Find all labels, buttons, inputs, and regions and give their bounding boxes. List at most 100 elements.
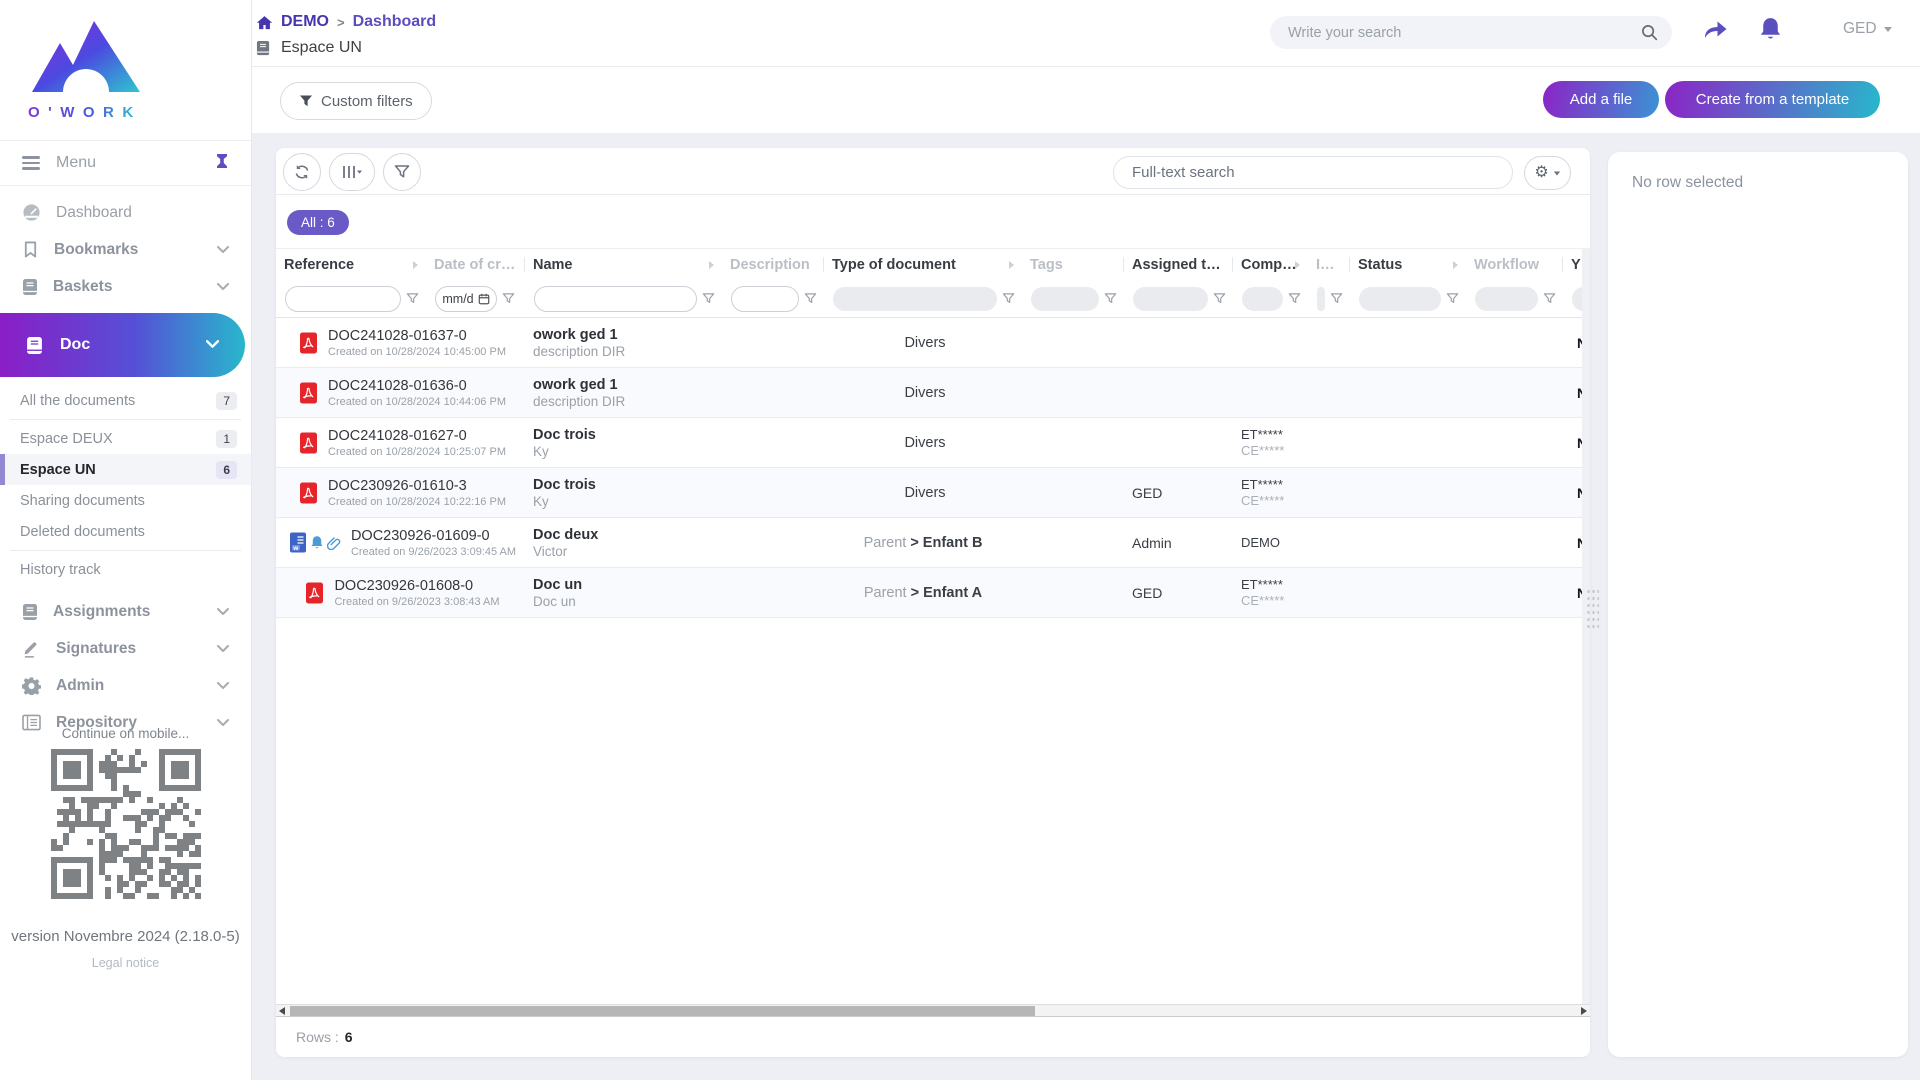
filter-date-input[interactable]: mm/d bbox=[435, 286, 497, 312]
filter-funnel-button[interactable] bbox=[1446, 292, 1459, 305]
table-row[interactable]: w DOC230926-01610-3 Created on 10/28/202… bbox=[276, 468, 1582, 518]
filter-funnel-button[interactable] bbox=[1104, 292, 1117, 305]
divider bbox=[252, 66, 1920, 67]
search-icon[interactable] bbox=[1641, 24, 1658, 41]
funnel-icon bbox=[1330, 292, 1343, 305]
custom-filters-button[interactable]: Custom filters bbox=[280, 82, 432, 120]
details-panel: No row selected bbox=[1608, 152, 1908, 1057]
sidebar-item-espace-un[interactable]: Espace UN 6 bbox=[0, 454, 251, 485]
sidebar-item-deleted-documents[interactable]: Deleted documents bbox=[0, 516, 251, 547]
column-label: Tags bbox=[1030, 257, 1063, 273]
column-header-status[interactable]: Status bbox=[1350, 249, 1466, 280]
share-button[interactable] bbox=[1702, 18, 1729, 45]
document-type-icons: w bbox=[299, 332, 318, 354]
pin-icon[interactable] bbox=[215, 153, 229, 174]
filter-input-description[interactable] bbox=[731, 286, 799, 312]
fulltext-search-input[interactable] bbox=[1113, 156, 1513, 189]
horizontal-scrollbar[interactable] bbox=[276, 1004, 1590, 1017]
column-header-i[interactable]: I… bbox=[1308, 249, 1350, 280]
document-created-date: Created on 10/28/2024 10:44:06 PM bbox=[328, 396, 506, 408]
legal-notice-link[interactable]: Legal notice bbox=[0, 956, 251, 970]
grid: ReferenceDate of cr…NameDescriptionType … bbox=[276, 249, 1582, 618]
filter-input-name[interactable] bbox=[534, 286, 697, 312]
sidebar-item-sharing-documents[interactable]: Sharing documents bbox=[0, 485, 251, 516]
filter-funnel-button[interactable] bbox=[1002, 292, 1015, 305]
menu-icon[interactable] bbox=[22, 156, 40, 170]
assigned-cell bbox=[1124, 368, 1233, 417]
scrollbar-thumb[interactable] bbox=[290, 1006, 1035, 1016]
sidebar-item-all-the-documents[interactable]: All the documents 7 bbox=[0, 385, 251, 416]
sidebar-item-bookmarks[interactable]: Bookmarks bbox=[0, 231, 251, 268]
workflow-cell bbox=[1466, 468, 1563, 517]
filter-funnel-button[interactable] bbox=[1543, 292, 1556, 305]
filter-disabled-i bbox=[1317, 287, 1325, 311]
filter-funnel-button[interactable] bbox=[406, 292, 419, 305]
column-header-tags[interactable]: Tags bbox=[1022, 249, 1124, 280]
table-row[interactable]: w DOC241028-01637-0 Created on 10/28/202… bbox=[276, 318, 1582, 368]
columns-button[interactable] bbox=[329, 153, 375, 191]
global-search-input[interactable] bbox=[1288, 25, 1641, 41]
sidebar-item-dashboard[interactable]: Dashboard bbox=[0, 194, 251, 231]
name-cell: Doc deux Victor bbox=[525, 518, 722, 567]
filter-funnel-button[interactable] bbox=[1288, 292, 1301, 305]
table-row[interactable]: w DOC230926-01609-0 Created on 9/26/2023… bbox=[276, 518, 1582, 568]
sidebar-item-signatures[interactable]: Signatures bbox=[0, 630, 251, 667]
pdf-icon bbox=[305, 582, 324, 604]
sidebar-menu-header: Menu bbox=[0, 140, 251, 186]
table-row[interactable]: w DOC230926-01608-0 Created on 9/26/2023… bbox=[276, 568, 1582, 618]
breadcrumb-current[interactable]: Dashboard bbox=[353, 13, 437, 31]
filter-cell-workflow bbox=[1466, 280, 1563, 317]
filter-cell-status bbox=[1350, 280, 1466, 317]
filter-funnel-button[interactable] bbox=[804, 292, 817, 305]
column-header-description[interactable]: Description bbox=[722, 249, 824, 280]
sidebar-item-doc[interactable]: Doc bbox=[0, 313, 245, 377]
scroll-right-arrow-icon[interactable] bbox=[1581, 1007, 1587, 1015]
notifications-button[interactable] bbox=[1758, 16, 1783, 46]
create-from-template-button[interactable]: Create from a template bbox=[1665, 81, 1880, 118]
column-header-type-of-document[interactable]: Type of document bbox=[824, 249, 1022, 280]
chevron-down-icon bbox=[1553, 171, 1559, 175]
sidebar-item-espace-deux[interactable]: Espace DEUX 1 bbox=[0, 423, 251, 454]
table-settings-button[interactable]: ⚙ bbox=[1524, 156, 1571, 190]
breadcrumb-root[interactable]: DEMO bbox=[281, 13, 329, 31]
filter-funnel-button[interactable] bbox=[1213, 292, 1226, 305]
scroll-left-arrow-icon[interactable] bbox=[279, 1007, 285, 1015]
filter-funnel-button[interactable] bbox=[702, 292, 715, 305]
columns-icon bbox=[341, 164, 363, 180]
chevron-down-icon bbox=[206, 336, 219, 354]
user-menu[interactable]: GED bbox=[1843, 20, 1892, 38]
svg-text:w: w bbox=[292, 545, 299, 552]
description-cell bbox=[722, 418, 824, 467]
name-cell: owork ged 1 description DIR bbox=[525, 368, 722, 417]
panel-resize-handle[interactable] bbox=[1585, 586, 1599, 628]
column-header-assigned-t[interactable]: Assigned t… bbox=[1124, 249, 1233, 280]
funnel-icon bbox=[1543, 292, 1556, 305]
column-header-comp[interactable]: Comp… bbox=[1233, 249, 1308, 280]
rows-count: 6 bbox=[345, 1029, 353, 1045]
sidebar-item-label: Assignments bbox=[53, 603, 150, 621]
assigned-cell: GED bbox=[1124, 468, 1233, 517]
sidebar-item-history-track[interactable]: History track bbox=[0, 554, 251, 585]
filter-funnel-button[interactable] bbox=[502, 292, 515, 305]
sidebar-item-assignments[interactable]: Assignments bbox=[0, 593, 251, 630]
column-header-date-of-cr[interactable]: Date of cr… bbox=[426, 249, 525, 280]
table-row[interactable]: w DOC241028-01627-0 Created on 10/28/202… bbox=[276, 418, 1582, 468]
type-value: > Enfant A bbox=[911, 585, 983, 601]
column-header-reference[interactable]: Reference bbox=[276, 249, 426, 280]
table-row[interactable]: w DOC241028-01636-0 Created on 10/28/202… bbox=[276, 368, 1582, 418]
filter-input-reference[interactable] bbox=[285, 286, 401, 312]
all-filter-badge[interactable]: All : 6 bbox=[287, 210, 349, 235]
add-file-button[interactable]: Add a file bbox=[1543, 81, 1659, 118]
book-icon bbox=[256, 40, 271, 57]
sidebar-item-baskets[interactable]: Baskets bbox=[0, 268, 251, 305]
filter-button[interactable] bbox=[383, 153, 421, 191]
sidebar-item-admin[interactable]: Admin bbox=[0, 667, 251, 704]
column-header-name[interactable]: Name bbox=[525, 249, 722, 280]
column-header-workflow[interactable]: Workflow bbox=[1466, 249, 1563, 280]
filter-funnel-button[interactable] bbox=[1330, 292, 1343, 305]
refresh-button[interactable] bbox=[283, 153, 321, 191]
clipped-cell: N bbox=[1563, 568, 1582, 617]
home-icon[interactable] bbox=[256, 15, 273, 30]
column-header-y[interactable]: Y… bbox=[1563, 249, 1582, 280]
document-reference: DOC241028-01627-0 bbox=[328, 428, 506, 444]
